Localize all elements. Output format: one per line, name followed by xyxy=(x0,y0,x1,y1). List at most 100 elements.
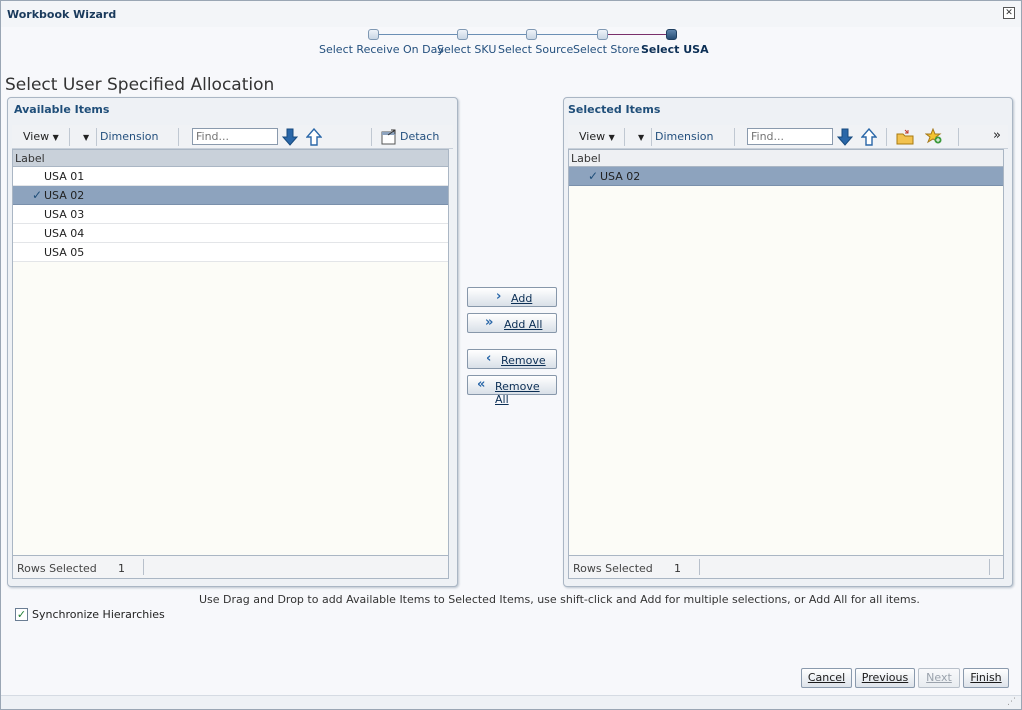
train-connector xyxy=(468,34,526,35)
row-label: USA 02 xyxy=(44,189,85,202)
find-next-icon[interactable] xyxy=(282,128,298,146)
selected-toolbar: View ▼ ▼ Dimension » xyxy=(568,125,1008,149)
double-chevron-right-icon: » xyxy=(485,315,494,330)
train-connector xyxy=(607,34,667,35)
remove-button[interactable]: ‹ Remove xyxy=(467,349,557,369)
favorite-add-icon[interactable] xyxy=(925,128,943,144)
available-find-input[interactable] xyxy=(192,128,278,145)
synchronize-hierarchies-label: Synchronize Hierarchies xyxy=(32,608,165,621)
finish-button-label: Finish xyxy=(970,671,1002,684)
table-row[interactable]: ✓ USA 02 xyxy=(569,167,1003,186)
row-label: USA 02 xyxy=(600,170,641,183)
train-connector xyxy=(536,34,597,35)
chevron-right-icon: › xyxy=(496,289,502,304)
selected-status-bar: Rows Selected 1 xyxy=(568,555,1004,579)
add-all-button[interactable]: » Add All xyxy=(467,313,557,333)
column-header-label[interactable]: Label xyxy=(13,150,448,167)
remove-button-label: Remove xyxy=(501,354,546,367)
workbook-wizard-dialog: Workbook Wizard ✕ Select Receive On Day … xyxy=(0,0,1022,710)
rows-selected-count: 1 xyxy=(674,562,681,575)
selected-find-input[interactable] xyxy=(747,128,833,145)
train-stop-receive-on-day[interactable] xyxy=(368,29,379,40)
toolbar-separator xyxy=(371,128,372,146)
available-items-table: Label USA 01 ✓ USA 02 USA 03 USA 04 USA 0… xyxy=(12,149,449,556)
row-label: USA 05 xyxy=(44,246,85,259)
available-status-bar: Rows Selected 1 xyxy=(12,555,449,579)
add-button[interactable]: › Add xyxy=(467,287,557,307)
toolbar-separator xyxy=(651,128,652,146)
detach-button[interactable]: Detach xyxy=(400,130,439,143)
folder-open-icon[interactable] xyxy=(896,129,914,145)
row-label: USA 01 xyxy=(44,170,85,183)
view-menu[interactable]: View ▼ xyxy=(579,130,615,143)
rows-selected-label: Rows Selected xyxy=(573,562,653,575)
toolbar-separator xyxy=(69,128,70,146)
cancel-button-label: Cancel xyxy=(807,671,846,684)
train-label-sku[interactable]: Select SKU xyxy=(437,43,496,56)
add-button-label: Add xyxy=(511,292,533,305)
table-row[interactable]: USA 04 xyxy=(13,224,448,243)
add-all-button-label: Add All xyxy=(504,318,543,331)
column-header-text: Label xyxy=(15,152,45,165)
double-chevron-left-icon: « xyxy=(477,377,486,392)
cancel-button[interactable]: Cancel xyxy=(801,668,852,688)
available-items-title: Available Items xyxy=(14,103,110,116)
dimension-label[interactable]: Dimension xyxy=(655,130,713,143)
view-menu[interactable]: View ▼ xyxy=(23,130,59,143)
check-icon: ✓ xyxy=(588,169,599,183)
train-stop-usa[interactable] xyxy=(666,29,677,40)
resize-grip-icon[interactable]: ⋰ xyxy=(1007,697,1019,709)
train-stop-source[interactable] xyxy=(526,29,537,40)
caret-down-icon: ▼ xyxy=(52,133,59,142)
train-label-receive-on-day[interactable]: Select Receive On Day xyxy=(319,43,444,56)
rows-selected-count: 1 xyxy=(118,562,125,575)
close-icon[interactable]: ✕ xyxy=(1003,7,1015,19)
next-button[interactable]: Next xyxy=(918,668,960,688)
selected-items-title: Selected Items xyxy=(568,103,661,116)
finish-button[interactable]: Finish xyxy=(963,668,1009,688)
find-previous-icon[interactable] xyxy=(306,128,322,146)
toolbar-separator xyxy=(886,128,887,146)
table-row[interactable]: USA 01 xyxy=(13,167,448,186)
caret-down-icon: ▼ xyxy=(608,133,615,142)
view-menu-label: View xyxy=(579,130,606,143)
status-separator xyxy=(699,559,700,575)
row-label: USA 04 xyxy=(44,227,85,240)
view-menu-label: View xyxy=(23,130,50,143)
train-label-source[interactable]: Select Source xyxy=(498,43,573,56)
detach-icon[interactable] xyxy=(381,129,397,145)
column-header-label[interactable]: Label xyxy=(569,150,1003,167)
find-previous-icon[interactable] xyxy=(861,128,877,146)
status-separator xyxy=(989,559,990,575)
table-row[interactable]: ✓ USA 02 xyxy=(13,186,448,205)
toolbar-separator xyxy=(734,128,735,146)
title-bar: Workbook Wizard ✕ xyxy=(1,1,1021,27)
train-stop-sku[interactable] xyxy=(457,29,468,40)
selected-items-table: Label ✓ USA 02 xyxy=(568,149,1004,556)
drag-drop-hint: Use Drag and Drop to add Available Items… xyxy=(199,593,920,606)
table-row[interactable]: USA 05 xyxy=(13,243,448,262)
dimension-dropdown-icon[interactable]: ▼ xyxy=(638,133,644,142)
status-separator xyxy=(143,559,144,575)
column-header-text: Label xyxy=(571,152,601,165)
page-title: Select User Specified Allocation xyxy=(5,75,275,95)
more-toolbar-icon[interactable]: » xyxy=(993,128,1001,143)
previous-button-label: Previous xyxy=(861,671,909,684)
train-label-store[interactable]: Select Store xyxy=(573,43,640,56)
available-items-panel: Available Items View ▼ ▼ Dimension Detac… xyxy=(7,97,458,587)
find-next-icon[interactable] xyxy=(837,128,853,146)
train-stop-store[interactable] xyxy=(597,29,608,40)
footer-bar xyxy=(1,695,1021,709)
table-row[interactable]: USA 03 xyxy=(13,205,448,224)
window-title: Workbook Wizard xyxy=(7,8,117,21)
toolbar-separator xyxy=(958,128,959,146)
checkbox-checked-icon[interactable]: ✓ xyxy=(15,608,28,621)
toolbar-separator xyxy=(96,128,97,146)
previous-button[interactable]: Previous xyxy=(855,668,915,688)
remove-all-button[interactable]: « Remove All xyxy=(467,375,557,406)
selected-items-panel: Selected Items View ▼ ▼ Dimension » Labe… xyxy=(563,97,1013,587)
chevron-left-icon: ‹ xyxy=(486,351,492,366)
dimension-label[interactable]: Dimension xyxy=(100,130,158,143)
dimension-dropdown-icon[interactable]: ▼ xyxy=(83,133,89,142)
check-icon: ✓ xyxy=(32,188,43,202)
